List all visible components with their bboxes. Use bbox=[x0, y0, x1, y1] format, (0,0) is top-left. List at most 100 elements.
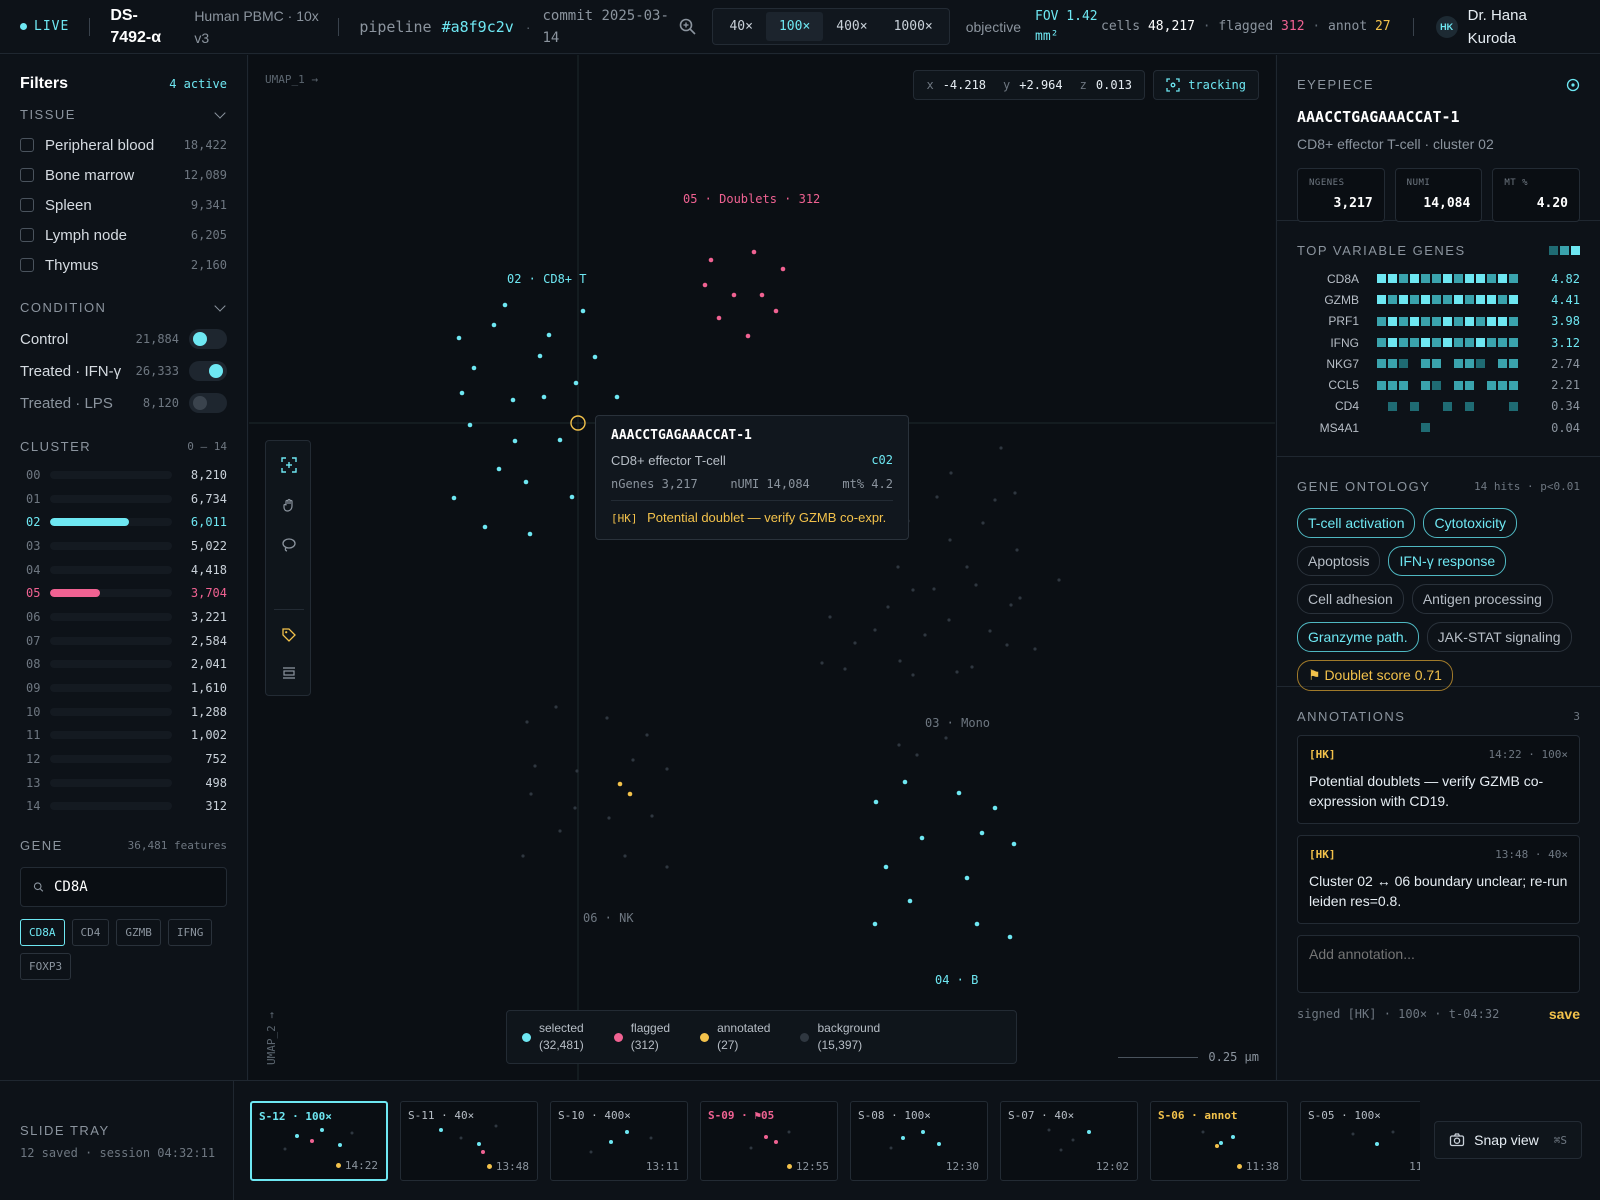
chevron-down-icon[interactable] bbox=[214, 299, 226, 312]
cluster-filter-item[interactable]: 13 498 bbox=[20, 771, 227, 795]
gene-chip[interactable]: IFNG bbox=[167, 919, 213, 947]
ontology-tag[interactable]: IFN-γ response bbox=[1388, 546, 1507, 576]
cell-point[interactable] bbox=[607, 816, 611, 820]
legend-item[interactable]: flagged (312) bbox=[613, 1020, 670, 1054]
cell-point[interactable] bbox=[451, 495, 457, 501]
cell-point[interactable] bbox=[702, 282, 708, 288]
cluster-filter-item[interactable]: 01 6,734 bbox=[20, 487, 227, 511]
mag-400x-button[interactable]: 400× bbox=[823, 12, 880, 41]
cell-point[interactable] bbox=[751, 249, 757, 255]
checkbox[interactable] bbox=[20, 228, 34, 242]
ontology-tag[interactable]: Apoptosis bbox=[1297, 546, 1381, 576]
cell-point[interactable] bbox=[1005, 643, 1009, 647]
slide-thumbnail[interactable]: S-11 · 40× 13:48 bbox=[400, 1101, 538, 1181]
cell-point[interactable] bbox=[965, 565, 969, 569]
gene-chip[interactable]: GZMB bbox=[116, 919, 161, 947]
save-annotation-button[interactable]: save bbox=[1549, 1006, 1580, 1022]
cell-point[interactable] bbox=[627, 791, 633, 797]
cell-point[interactable] bbox=[992, 805, 998, 811]
cell-point[interactable] bbox=[557, 437, 563, 443]
cluster-filter-item[interactable]: 00 8,210 bbox=[20, 463, 227, 487]
checkbox[interactable] bbox=[20, 198, 34, 212]
user-name[interactable]: Dr. Hana Kuroda bbox=[1468, 4, 1558, 50]
cell-point[interactable] bbox=[614, 394, 620, 400]
cell-point[interactable] bbox=[956, 790, 962, 796]
cell-point[interactable] bbox=[523, 479, 529, 485]
cell-point[interactable] bbox=[979, 830, 985, 836]
cell-point[interactable] bbox=[491, 322, 497, 328]
checkbox[interactable] bbox=[20, 258, 34, 272]
cell-point[interactable] bbox=[482, 524, 488, 530]
cell-point[interactable] bbox=[1007, 934, 1013, 940]
cluster-filter-item[interactable]: 11 1,002 bbox=[20, 724, 227, 748]
gene-row[interactable]: PRF1 3.98 bbox=[1297, 311, 1580, 332]
umap-plot[interactable]: 05 · Doublets · 312 02 · CD8+ T 03 · Mono 0… bbox=[249, 55, 1275, 1080]
cell-point[interactable] bbox=[496, 466, 502, 472]
cell-point[interactable] bbox=[1018, 596, 1022, 600]
cell-point[interactable] bbox=[872, 921, 878, 927]
gene-row[interactable]: MS4A1 0.04 bbox=[1297, 417, 1580, 438]
cell-point[interactable] bbox=[993, 498, 997, 502]
gene-chip[interactable]: CD8A bbox=[20, 919, 65, 947]
cell-point[interactable] bbox=[911, 673, 915, 677]
cluster-filter-item[interactable]: 03 5,022 bbox=[20, 534, 227, 558]
cluster-filter-item[interactable]: 08 2,041 bbox=[20, 653, 227, 677]
ontology-tag[interactable]: Cytotoxicity bbox=[1423, 508, 1518, 538]
cell-point[interactable] bbox=[592, 354, 598, 360]
gene-row[interactable]: CD8A 4.82 bbox=[1297, 268, 1580, 289]
cell-point[interactable] bbox=[897, 743, 901, 747]
mag-40x-button[interactable]: 40× bbox=[716, 12, 765, 41]
cluster-filter-item[interactable]: 14 312 bbox=[20, 795, 227, 819]
mag-100x-button[interactable]: 100× bbox=[765, 12, 824, 41]
cluster-filter-item[interactable]: 02 6,011 bbox=[20, 510, 227, 534]
cell-point[interactable] bbox=[521, 854, 525, 858]
focus-icon[interactable] bbox=[277, 453, 301, 477]
cluster-filter-item[interactable]: 12 752 bbox=[20, 747, 227, 771]
cluster-filter-item[interactable]: 07 2,584 bbox=[20, 629, 227, 653]
cell-point[interactable] bbox=[853, 641, 857, 645]
gene-row[interactable]: GZMB 4.41 bbox=[1297, 289, 1580, 310]
cell-point[interactable] bbox=[948, 538, 952, 542]
ontology-tag[interactable]: JAK-STAT signaling bbox=[1426, 622, 1572, 652]
avatar[interactable]: HK bbox=[1435, 15, 1458, 38]
pipeline-hash[interactable]: #a8f9c2v bbox=[442, 18, 514, 36]
slide-thumbnail[interactable]: S-09 · ⚑05 12:55 bbox=[700, 1101, 838, 1181]
cluster-filter-item[interactable]: 10 1,288 bbox=[20, 700, 227, 724]
ontology-tag[interactable]: T-cell activation bbox=[1297, 508, 1416, 538]
cell-point[interactable] bbox=[949, 471, 953, 475]
cell-point[interactable] bbox=[623, 854, 627, 858]
cell-point[interactable] bbox=[617, 781, 623, 787]
condition-toggle[interactable] bbox=[189, 329, 227, 349]
cluster-filter-item[interactable]: 05 3,704 bbox=[20, 581, 227, 605]
tag-icon[interactable] bbox=[277, 623, 301, 647]
cell-point[interactable] bbox=[947, 618, 951, 622]
cluster-filter-item[interactable]: 04 4,418 bbox=[20, 558, 227, 582]
ontology-tag[interactable]: Antigen processing bbox=[1411, 584, 1553, 614]
cell-point[interactable] bbox=[580, 308, 586, 314]
cell-point[interactable] bbox=[873, 799, 879, 805]
cell-point[interactable] bbox=[932, 587, 936, 591]
cell-point[interactable] bbox=[1015, 548, 1019, 552]
slide-thumbnail[interactable]: S-08 · 100× 12:30 bbox=[850, 1101, 988, 1181]
cell-point[interactable] bbox=[935, 495, 939, 499]
snap-view-button[interactable]: Snap view ⌘S bbox=[1434, 1121, 1582, 1159]
cell-point[interactable] bbox=[745, 333, 751, 339]
cell-point[interactable] bbox=[558, 829, 562, 833]
cell-point[interactable] bbox=[510, 397, 516, 403]
cell-point[interactable] bbox=[915, 753, 919, 757]
tissue-filter-item[interactable]: Spleen 9,341 bbox=[20, 190, 227, 220]
cell-point[interactable] bbox=[573, 806, 577, 810]
cell-point[interactable] bbox=[981, 521, 985, 525]
cell-point[interactable] bbox=[525, 720, 529, 724]
cell-point[interactable] bbox=[883, 864, 889, 870]
cell-point[interactable] bbox=[541, 394, 547, 400]
lasso-icon[interactable] bbox=[277, 533, 301, 557]
cell-point[interactable] bbox=[731, 292, 737, 298]
cell-point[interactable] bbox=[886, 605, 890, 609]
active-filters-count[interactable]: 4 active bbox=[169, 77, 227, 91]
gene-row[interactable]: IFNG 3.12 bbox=[1297, 332, 1580, 353]
cell-point[interactable] bbox=[456, 335, 462, 341]
slide-thumbnail[interactable]: S-06 · annot 11:38 bbox=[1150, 1101, 1288, 1181]
gene-search-input[interactable] bbox=[54, 879, 214, 896]
slide-thumbnail[interactable]: S-07 · 40× 12:02 bbox=[1000, 1101, 1138, 1181]
